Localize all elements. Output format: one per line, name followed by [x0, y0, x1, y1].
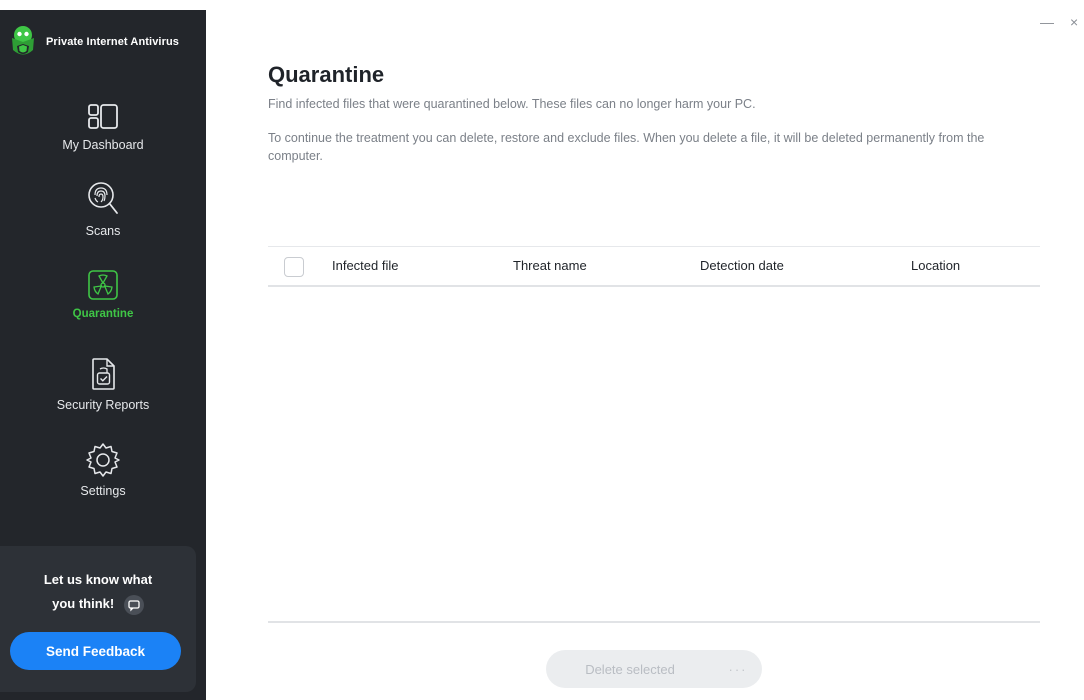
- page-description: Find infected files that were quarantine…: [268, 97, 756, 111]
- sidebar-item-dashboard[interactable]: My Dashboard: [0, 102, 206, 152]
- app-name: Private Internet Antivirus: [46, 36, 180, 48]
- feedback-prompt: Let us know what you think!: [0, 568, 196, 616]
- column-header-infected-file[interactable]: Infected file: [332, 258, 399, 273]
- fingerprint-scan-icon: [88, 182, 118, 214]
- close-button[interactable]: ×: [1070, 14, 1084, 34]
- sidebar: Private Internet Antivirus My Dashboard …: [0, 10, 206, 700]
- delete-selected-button[interactable]: Delete selected: [546, 650, 714, 688]
- table-bottom-divider: [268, 621, 1040, 623]
- page-description-treatment: To continue the treatment you can delete…: [268, 131, 985, 163]
- feedback-panel: Let us know what you think! Send Feedbac…: [0, 546, 196, 692]
- gear-icon: [86, 443, 120, 477]
- sidebar-item-security-reports[interactable]: Security Reports: [0, 356, 206, 412]
- sidebar-item-settings[interactable]: Settings: [0, 442, 206, 498]
- app-logo-icon: [12, 26, 34, 55]
- radiation-icon: [88, 270, 118, 300]
- column-header-location[interactable]: Location: [911, 258, 960, 273]
- brand: Private Internet Antivirus: [8, 24, 179, 60]
- sidebar-item-label: My Dashboard: [62, 138, 144, 152]
- sidebar-item-quarantine[interactable]: Quarantine: [0, 268, 206, 320]
- feedback-prompt-line2: you think!: [52, 596, 115, 611]
- table-header-divider: [268, 285, 1040, 287]
- select-all-checkbox[interactable]: [284, 257, 304, 277]
- column-header-threat-name[interactable]: Threat name: [513, 258, 587, 273]
- chat-bubble-icon: [123, 594, 144, 615]
- sidebar-item-scans[interactable]: Scans: [0, 180, 206, 238]
- sidebar-item-label: Scans: [85, 224, 121, 238]
- more-actions-button[interactable]: ···: [714, 650, 762, 688]
- sidebar-item-label: Security Reports: [56, 398, 150, 412]
- sidebar-item-label: Settings: [80, 484, 126, 498]
- page-title: Quarantine: [268, 62, 385, 87]
- feedback-prompt-line1: Let us know what: [43, 572, 153, 587]
- send-feedback-button[interactable]: Send Feedback: [10, 632, 181, 670]
- report-icon: [92, 358, 115, 390]
- quarantine-action-bar: Delete selected ···: [546, 650, 762, 688]
- minimize-button[interactable]: —: [1040, 14, 1056, 34]
- sidebar-item-label: Quarantine: [72, 308, 134, 320]
- table-top-divider: [268, 246, 1040, 247]
- column-header-detection-date[interactable]: Detection date: [700, 258, 784, 273]
- dashboard-icon: [88, 104, 118, 129]
